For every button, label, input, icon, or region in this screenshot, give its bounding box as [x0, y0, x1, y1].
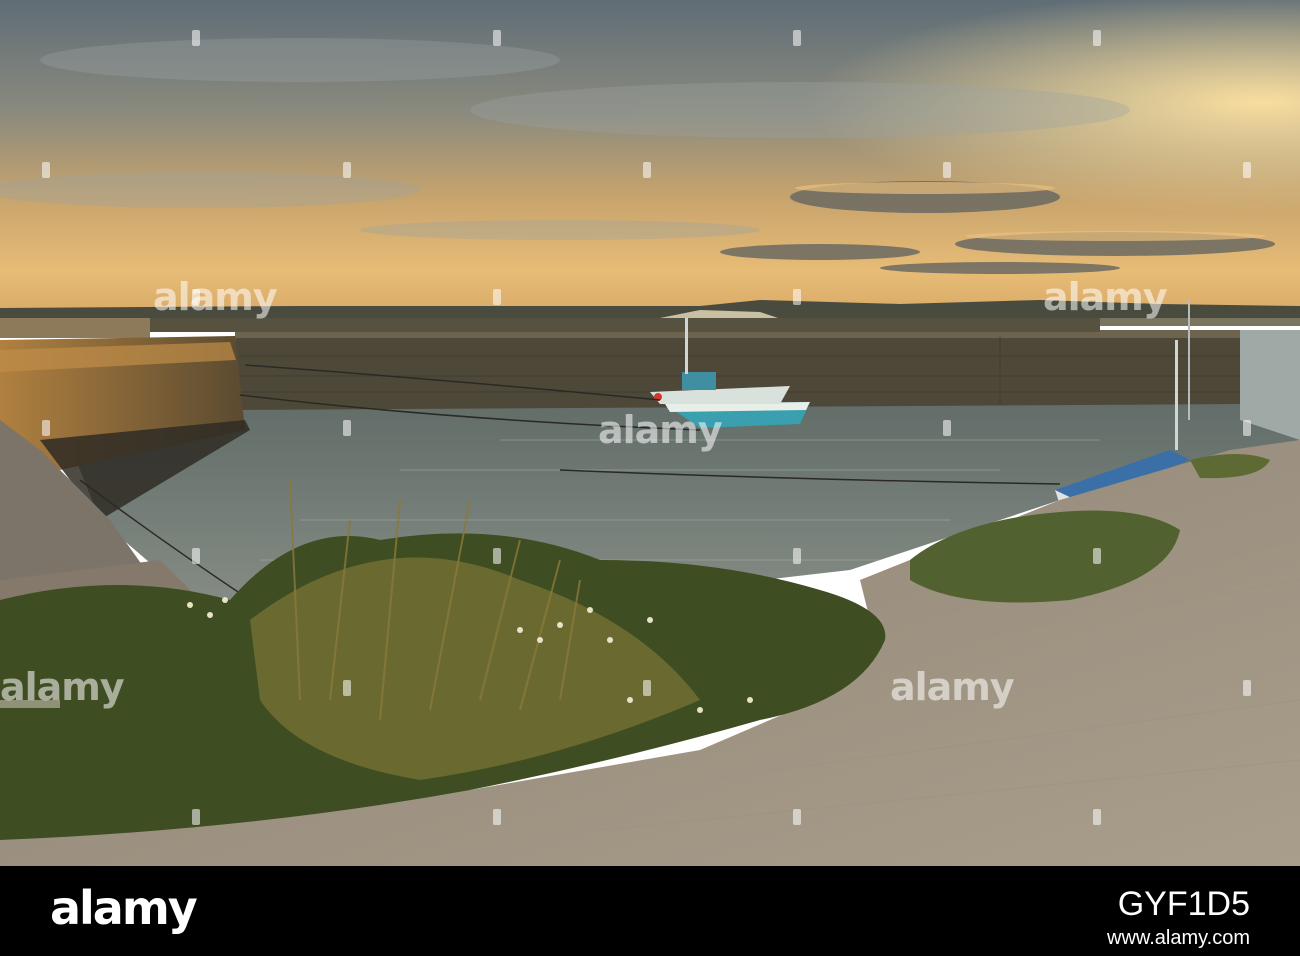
watermark-dot: [793, 548, 801, 564]
watermark-top-left: alamy: [153, 275, 278, 319]
watermark-dot: [42, 162, 50, 178]
watermark-dot: [1093, 30, 1101, 46]
watermark-dot: [793, 289, 801, 305]
stock-photo-page: alamy alamy alamy alamy alamy alamy alam…: [0, 0, 1300, 956]
watermark-dot: [343, 162, 351, 178]
watermark-dot: [192, 809, 200, 825]
watermark-dot: [493, 809, 501, 825]
watermark-dot: [192, 548, 200, 564]
watermark-dot: [943, 162, 951, 178]
watermark-center: alamy: [598, 408, 723, 452]
watermark-dot: [1243, 162, 1251, 178]
watermark-dot: [493, 30, 501, 46]
watermark-dot: [643, 162, 651, 178]
watermark-bottom-left: alamy: [0, 665, 125, 709]
watermark-dot: [1093, 809, 1101, 825]
watermark-dot: [343, 680, 351, 696]
watermark-dot: [192, 289, 200, 305]
watermark-bottom-middle: alamy: [890, 665, 1015, 709]
watermark-dot: [493, 548, 501, 564]
watermark-dot: [1243, 420, 1251, 436]
watermark-dot: [192, 30, 200, 46]
watermark-dot: [493, 289, 501, 305]
site-url[interactable]: www.alamy.com: [1107, 928, 1250, 948]
image-id: GYF1D5: [1117, 885, 1250, 923]
watermark-dot: [643, 680, 651, 696]
watermark-dot: [1093, 548, 1101, 564]
watermark-dot: [793, 30, 801, 46]
watermark-dot: [793, 809, 801, 825]
watermark-dot: [1243, 680, 1251, 696]
watermark-top-right: alamy: [1043, 275, 1168, 319]
watermark-dot: [943, 420, 951, 436]
watermark-dot: [42, 420, 50, 436]
alamy-logo[interactable]: alamy: [50, 885, 198, 931]
watermark-dot: [343, 420, 351, 436]
